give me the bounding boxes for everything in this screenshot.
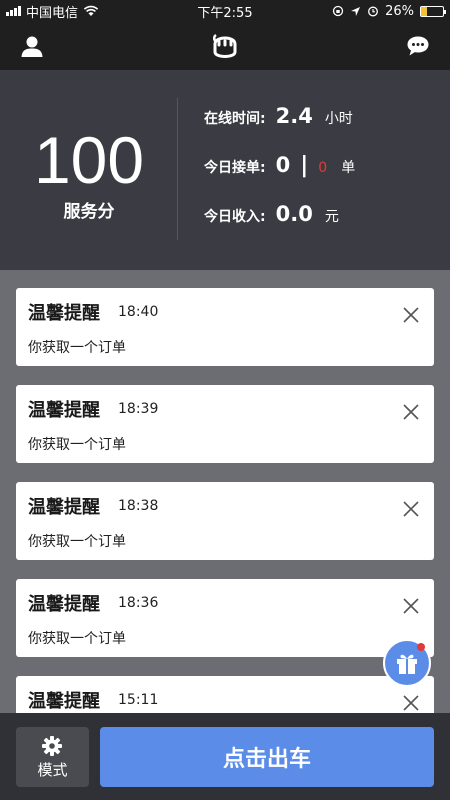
rotation-lock-icon [332,5,344,17]
score-label: 服务分 [63,202,115,222]
notification-time: 15:11 [118,692,159,708]
orders-row: 今日接单: 0 | 0 单 [204,153,355,178]
stats-panel: 100 服务分 在线时间: 2.4 小时 今日接单: 0 | 0 单 今日收入:… [0,70,450,270]
battery-icon [420,5,446,17]
close-icon[interactable] [402,500,420,518]
notification-time: 18:40 [118,304,159,320]
orders-value: 0 [275,153,291,177]
notification-body: 你获取一个订单 [28,340,126,356]
notification-card[interactable]: 温馨提醒 18:40 你获取一个订单 [16,288,434,366]
income-label: 今日收入: [204,209,266,225]
notification-card[interactable]: 温馨提醒 18:36 你获取一个订单 [16,579,434,657]
close-icon[interactable] [402,694,420,712]
gift-icon [397,654,417,674]
mode-label: 模式 [37,761,68,779]
wifi-icon [83,5,99,16]
online-time-row: 在线时间: 2.4 小时 [204,104,353,128]
close-icon[interactable] [402,306,420,324]
notification-time: 18:38 [118,498,159,514]
carrier-label: 中国电信 [26,5,79,21]
user-icon[interactable] [20,34,44,58]
gift-button[interactable] [383,639,431,687]
status-time: 下午2:55 [197,5,253,21]
mode-button[interactable]: 模式 [16,727,89,787]
notification-title: 温馨提醒 [28,497,100,518]
close-icon[interactable] [402,597,420,615]
close-icon[interactable] [402,403,420,421]
online-time-label: 在线时间: [204,111,266,127]
notification-card[interactable]: 温馨提醒 18:38 你获取一个订单 [16,482,434,560]
income-unit: 元 [324,209,339,225]
notification-body: 你获取一个订单 [28,534,126,550]
notification-card[interactable]: 温馨提醒 18:39 你获取一个订单 [16,385,434,463]
status-bar: 中国电信 下午2:55 26% [0,0,450,22]
settings-gear-icon [42,736,62,756]
notification-body: 你获取一个订单 [28,631,126,647]
score-value: 100 [33,123,145,197]
notification-time: 18:36 [118,595,159,611]
notification-title: 温馨提醒 [28,691,100,712]
signal-icon [6,6,21,16]
income-row: 今日收入: 0.0 元 [204,202,339,226]
alarm-icon [368,6,379,17]
orders-separator: | [300,153,309,178]
start-driving-button[interactable]: 点击出车 [100,727,434,787]
notification-title: 温馨提醒 [28,303,100,324]
notification-time: 18:39 [118,401,159,417]
orders-red-count: 0 [318,160,328,176]
chat-icon[interactable] [406,35,430,57]
service-score: 100 服务分 [0,70,178,270]
online-time-value: 2.4 [275,104,313,128]
battery-percent: 26% [385,3,414,19]
notification-title: 温馨提醒 [28,594,100,615]
online-time-unit: 小时 [324,111,353,127]
orders-label: 今日接单: [204,160,266,176]
location-icon [351,6,361,16]
app-logo-icon [212,33,237,58]
notification-body: 你获取一个订单 [28,437,126,453]
notification-dot [417,643,425,651]
battery-level [421,6,427,16]
bottom-bar: 模式 点击出车 [0,713,450,800]
orders-unit: 单 [341,160,356,176]
income-value: 0.0 [275,202,313,226]
stats-divider [177,98,178,240]
notification-title: 温馨提醒 [28,400,100,421]
nav-bar [0,22,450,70]
